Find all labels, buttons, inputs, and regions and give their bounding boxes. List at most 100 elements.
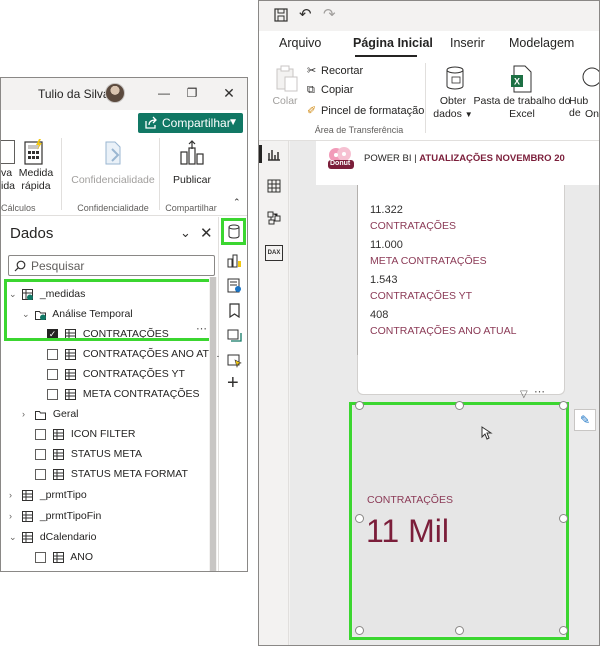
report-title-prefix: POWER BI | bbox=[364, 153, 417, 164]
filter-icon[interactable]: ▽ bbox=[520, 389, 528, 400]
share-label: Compartilhar bbox=[162, 116, 231, 130]
search-placeholder: Pesquisar bbox=[31, 259, 85, 273]
card-label: CONTRATAÇÕES bbox=[370, 220, 456, 232]
resize-handle[interactable] bbox=[559, 514, 568, 523]
user-name: Tulio da Silva bbox=[38, 87, 110, 101]
checkbox[interactable] bbox=[35, 551, 46, 563]
undo-icon[interactable]: ↶ bbox=[299, 5, 312, 23]
model-view-icon[interactable] bbox=[267, 211, 281, 225]
close-window-icon[interactable]: ✕ bbox=[221, 85, 237, 101]
add-pane-icon[interactable]: + bbox=[227, 373, 239, 393]
new-measure-icon bbox=[1, 140, 15, 164]
pasta-label-2: Excel bbox=[509, 108, 535, 120]
onelake-hub-icon[interactable] bbox=[581, 65, 599, 93]
tree-prmt-tipo-fin[interactable]: › _prmtTipoFin bbox=[9, 506, 101, 526]
tree-label: ANO bbox=[70, 551, 94, 563]
table-icon bbox=[21, 531, 33, 543]
publicar-label: Publicar bbox=[173, 174, 211, 186]
more-options-icon[interactable]: ⋯ bbox=[534, 385, 545, 398]
confidencialidade-label: Confidencialidade bbox=[71, 174, 155, 186]
checkbox[interactable] bbox=[35, 448, 46, 460]
close-pane-icon[interactable]: ✕ bbox=[200, 224, 213, 242]
tab-arquivo[interactable]: Arquivo bbox=[279, 36, 321, 50]
tab-modelagem[interactable]: Modelagem bbox=[509, 36, 574, 50]
format-visual-icon[interactable]: ✎ bbox=[574, 409, 596, 431]
tree-meta-contratacoes[interactable]: META CONTRATAÇÕES bbox=[47, 384, 200, 404]
format-pane-icon[interactable] bbox=[227, 278, 242, 293]
resize-handle[interactable] bbox=[355, 514, 364, 523]
sensitivity-button[interactable] bbox=[100, 140, 124, 166]
tree-label: Geral bbox=[52, 408, 79, 420]
resize-handle[interactable] bbox=[455, 401, 464, 410]
ribbon-divider bbox=[159, 138, 160, 210]
collapse-pane-icon[interactable]: ⌄ bbox=[180, 225, 191, 241]
scissors-icon: ✂ bbox=[307, 65, 317, 77]
tree-label: CONTRATAÇÕES ANO ATU... bbox=[82, 348, 226, 360]
tree-contratacoes-ano-atual[interactable]: CONTRATAÇÕES ANO ATU... bbox=[47, 344, 225, 364]
scrollbar-thumb[interactable] bbox=[210, 277, 216, 571]
publish-button[interactable] bbox=[179, 140, 205, 168]
copy-button[interactable]: ⧉ Copiar bbox=[307, 84, 353, 97]
minimize-icon[interactable]: — bbox=[156, 85, 172, 101]
tree-dcalendario[interactable]: ⌄ dCalendario bbox=[9, 527, 96, 547]
checkbox[interactable] bbox=[35, 428, 46, 440]
save-icon[interactable] bbox=[274, 8, 288, 22]
paste-icon[interactable] bbox=[275, 65, 299, 93]
multi-row-card[interactable]: 11.322 CONTRATAÇÕES 11.000 META CONTRATA… bbox=[357, 185, 565, 400]
checkbox[interactable] bbox=[35, 468, 46, 480]
quick-access-toolbar: ↶ ↷ bbox=[259, 1, 599, 31]
chevron-down-icon: ⌄ bbox=[9, 532, 17, 542]
share-button[interactable]: Compartilhar ▼ bbox=[138, 113, 243, 133]
data-pane-toggle[interactable] bbox=[221, 218, 246, 245]
cut-button[interactable]: ✂ Recortar bbox=[307, 64, 363, 77]
collapse-ribbon-icon[interactable]: ⌃ bbox=[233, 197, 241, 208]
tree-status-meta-format[interactable]: STATUS META FORMAT bbox=[35, 464, 188, 484]
svg-text:X: X bbox=[514, 77, 520, 87]
table-view-icon[interactable] bbox=[267, 179, 281, 193]
sync-slicers-icon[interactable] bbox=[227, 328, 242, 343]
checkbox[interactable] bbox=[47, 368, 58, 380]
tree-geral[interactable]: › Geral bbox=[22, 404, 79, 424]
tree-prmt-tipo[interactable]: › _prmtTipo bbox=[9, 485, 87, 505]
tab-inserir[interactable]: Inserir bbox=[450, 36, 485, 50]
resize-handle[interactable] bbox=[559, 401, 568, 410]
checkbox[interactable] bbox=[47, 348, 58, 360]
resize-handle[interactable] bbox=[559, 626, 568, 635]
dax-query-view-icon[interactable]: DAX bbox=[265, 245, 283, 261]
medida-rapida-line1: Medida bbox=[18, 167, 54, 179]
search-input[interactable]: Pesquisar bbox=[8, 255, 215, 276]
donut-logo: Donut bbox=[326, 145, 356, 171]
card-label: CONTRATAÇÕES YT bbox=[370, 290, 473, 302]
checkbox[interactable] bbox=[47, 388, 58, 400]
tree-ano[interactable]: ANO bbox=[35, 547, 93, 567]
tree-status-meta[interactable]: STATUS META bbox=[35, 444, 142, 464]
partial-label-2: ida bbox=[1, 180, 16, 192]
resize-handle[interactable] bbox=[455, 626, 464, 635]
selected-visual-highlight bbox=[349, 402, 569, 640]
measure-icon bbox=[52, 468, 64, 480]
view-switcher: DAX bbox=[259, 141, 289, 645]
scrollbar[interactable] bbox=[209, 277, 217, 571]
resize-handle[interactable] bbox=[355, 401, 364, 410]
avatar[interactable] bbox=[105, 83, 125, 103]
report-view-icon[interactable] bbox=[267, 147, 281, 161]
obter-dados-dropdown[interactable]: dados ▼ bbox=[431, 108, 475, 120]
tree-contratacoes-yt[interactable]: CONTRATAÇÕES YT bbox=[47, 364, 185, 384]
get-data-icon[interactable] bbox=[444, 65, 466, 93]
excel-icon[interactable]: X bbox=[510, 65, 532, 93]
calculator-icon bbox=[24, 139, 43, 165]
format-painter-button[interactable]: ✐ Pincel de formatação bbox=[307, 104, 424, 117]
redo-icon[interactable]: ↷ bbox=[323, 5, 336, 23]
bookmark-icon[interactable] bbox=[228, 303, 241, 318]
visualizations-icon[interactable] bbox=[227, 253, 242, 268]
tab-pagina-inicial[interactable]: Página Inicial bbox=[353, 36, 433, 50]
quick-measure-button[interactable] bbox=[21, 138, 47, 166]
selection-pane-icon[interactable] bbox=[227, 353, 242, 368]
report-header: Donut POWER BI | ATUALIZAÇÕES NOVEMBRO 2… bbox=[316, 141, 599, 185]
restore-icon[interactable]: ❐ bbox=[184, 85, 200, 101]
tree-icon-filter[interactable]: ICON FILTER bbox=[35, 424, 135, 444]
copy-icon: ⧉ bbox=[307, 84, 315, 96]
pincel-label: Pincel de formatação bbox=[321, 105, 425, 117]
resize-handle[interactable] bbox=[355, 626, 364, 635]
tree-label: _prmtTipo bbox=[39, 489, 87, 501]
